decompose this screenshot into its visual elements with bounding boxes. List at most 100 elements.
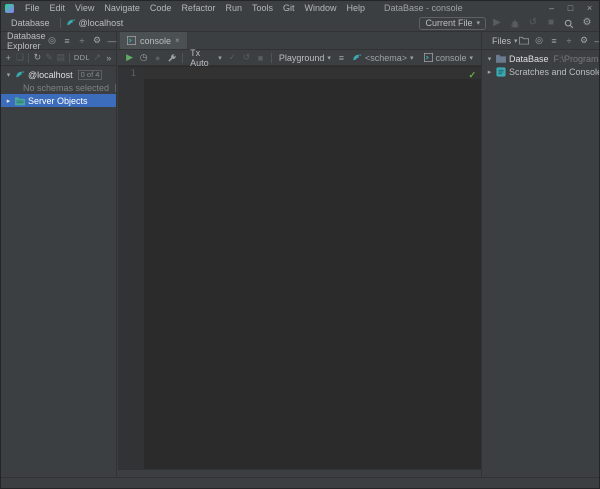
tx-mode-selector[interactable]: Tx Auto ▾ bbox=[188, 48, 224, 68]
options-gear-icon[interactable]: ⚙ bbox=[578, 35, 591, 46]
modify-icon[interactable]: ✎ bbox=[44, 52, 55, 63]
menu-git[interactable]: Git bbox=[278, 3, 300, 13]
scratches-label: Scratches and Consoles bbox=[509, 67, 599, 77]
rollback-icon[interactable]: ↺ bbox=[241, 52, 252, 63]
playground-mode-selector[interactable]: Playground ▾ bbox=[277, 53, 333, 63]
status-bar bbox=[1, 477, 599, 488]
minimize-button[interactable]: – bbox=[542, 3, 561, 13]
connection-breadcrumb[interactable]: @localhost bbox=[66, 18, 124, 28]
connection-label: @localhost bbox=[79, 18, 124, 28]
menu-view[interactable]: View bbox=[70, 3, 99, 13]
run-coverage-icon[interactable]: ↺ bbox=[526, 17, 540, 29]
menu-help[interactable]: Help bbox=[342, 3, 371, 13]
run-icon[interactable]: ▶ bbox=[490, 17, 504, 29]
chevron-down-icon[interactable]: ▾ bbox=[5, 71, 12, 79]
settings-gear-icon[interactable]: ⚙ bbox=[580, 17, 594, 29]
schema-selector-label: <schema> bbox=[365, 53, 407, 63]
collapse-all-icon[interactable]: ≡ bbox=[548, 36, 561, 46]
run-config-selector[interactable]: Current File ▾ bbox=[419, 17, 486, 30]
wrench-icon[interactable] bbox=[166, 52, 177, 63]
filter-icon[interactable]: ÷ bbox=[76, 36, 89, 46]
chevron-down-icon: ▾ bbox=[476, 19, 480, 27]
window-title: DataBase - console bbox=[384, 3, 463, 13]
options-gear-icon[interactable]: ⚙ bbox=[91, 35, 104, 46]
toolbar-separator bbox=[271, 53, 272, 63]
stop-icon[interactable]: ■ bbox=[544, 17, 558, 29]
more-actions-icon[interactable]: » bbox=[103, 53, 114, 63]
explorer-toolbar: + ❏ ↻ ✎ ▤ DDL ↗ » bbox=[1, 50, 116, 66]
menu-file[interactable]: File bbox=[20, 3, 45, 13]
files-panel-header: Files ▾ ◎ ≡ ÷ ⚙ — bbox=[482, 32, 599, 50]
menu-run[interactable]: Run bbox=[220, 3, 247, 13]
editor-body[interactable]: 1 ✓ bbox=[118, 67, 481, 469]
menu-window[interactable]: Window bbox=[300, 3, 342, 13]
chevron-down-icon: ▾ bbox=[327, 54, 331, 62]
scratches-icon bbox=[496, 67, 506, 77]
refresh-icon[interactable]: ↻ bbox=[32, 52, 43, 63]
tree-row-scratches[interactable]: ▸ Scratches and Consoles bbox=[482, 65, 599, 78]
table-data-icon[interactable]: ▤ bbox=[55, 52, 66, 63]
chevron-down-icon: ▾ bbox=[470, 54, 474, 62]
chevron-right-icon[interactable]: ▸ bbox=[5, 97, 12, 105]
commit-icon[interactable]: ✓ bbox=[227, 52, 238, 63]
playground-label: Playground bbox=[279, 53, 325, 63]
server-objects-icon bbox=[15, 96, 25, 106]
close-tab-icon[interactable]: × bbox=[175, 36, 180, 45]
stop-record-icon[interactable]: ● bbox=[152, 53, 163, 63]
mysql-dolphin-icon bbox=[15, 70, 25, 80]
server-objects-label: Server Objects bbox=[28, 96, 88, 106]
ddl-button[interactable]: DDL bbox=[73, 53, 91, 62]
filter-icon[interactable]: ÷ bbox=[563, 36, 576, 46]
tab-console[interactable]: console × bbox=[120, 32, 187, 49]
toolbar-separator bbox=[69, 53, 70, 63]
editor-tab-bar: console × bbox=[118, 32, 481, 50]
search-everywhere-icon[interactable] bbox=[562, 18, 576, 29]
connection-node-label: @localhost bbox=[28, 70, 73, 80]
menu-navigate[interactable]: Navigate bbox=[99, 3, 145, 13]
tree-row-project-root[interactable]: ▾ DataBase F:\Programming\DataGripProj bbox=[482, 52, 599, 65]
collapse-all-icon[interactable]: ≡ bbox=[61, 36, 74, 46]
files-header-icons: ◎ ≡ ÷ ⚙ — bbox=[518, 35, 600, 46]
locate-icon[interactable]: ◎ bbox=[46, 35, 59, 46]
editor-bottom-strip[interactable] bbox=[118, 469, 481, 477]
chevron-down-icon: ▾ bbox=[218, 54, 222, 62]
database-explorer-header: Database Explorer ◎ ≡ ÷ ⚙ — bbox=[1, 32, 116, 50]
menu-tools[interactable]: Tools bbox=[247, 3, 278, 13]
tree-row-connection[interactable]: ▾ @localhost 0 of 4 bbox=[1, 68, 116, 81]
execute-icon[interactable]: ▶ bbox=[124, 52, 135, 63]
locate-icon[interactable]: ◎ bbox=[533, 35, 546, 46]
editor-gutter: 1 bbox=[118, 67, 144, 469]
caret-line-highlight bbox=[144, 67, 481, 79]
hide-panel-icon[interactable]: — bbox=[593, 36, 600, 46]
console-selector[interactable]: console ▾ bbox=[422, 53, 476, 63]
schema-count-badge: 0 of 4 bbox=[78, 70, 103, 80]
new-item-icon[interactable]: + bbox=[3, 53, 14, 63]
files-view-selector[interactable]: Files ▾ bbox=[492, 36, 518, 46]
terminate-icon[interactable]: ■ bbox=[255, 53, 266, 63]
close-button[interactable]: × bbox=[580, 3, 599, 13]
title-bar: File Edit View Navigate Code Refactor Ru… bbox=[1, 1, 599, 15]
open-folder-icon[interactable] bbox=[518, 36, 531, 45]
console-file-icon bbox=[424, 53, 433, 62]
menu-code[interactable]: Code bbox=[145, 3, 177, 13]
inspections-ok-icon[interactable]: ✓ bbox=[468, 70, 476, 81]
files-tree: ▾ DataBase F:\Programming\DataGripProj ▸… bbox=[482, 50, 599, 78]
output-options-icon[interactable]: ≡ bbox=[336, 53, 347, 63]
jump-to-console-icon[interactable]: ↗ bbox=[92, 52, 103, 63]
duplicate-icon[interactable]: ❏ bbox=[15, 52, 26, 63]
maximize-button[interactable]: □ bbox=[561, 3, 580, 13]
history-icon[interactable]: ◷ bbox=[138, 52, 149, 63]
no-schemas-hint: No schemas selected bbox=[5, 83, 109, 93]
menu-refactor[interactable]: Refactor bbox=[176, 3, 220, 13]
chevron-down-icon[interactable]: ▾ bbox=[486, 55, 493, 63]
project-widget[interactable]: Database bbox=[6, 17, 55, 29]
menu-edit[interactable]: Edit bbox=[45, 3, 71, 13]
select-schemas-button[interactable]: ... bbox=[115, 84, 116, 92]
mysql-dolphin-icon bbox=[66, 18, 76, 28]
hide-panel-icon[interactable]: — bbox=[106, 36, 119, 46]
debug-icon[interactable] bbox=[508, 17, 522, 29]
tree-row-no-schemas: No schemas selected ... bbox=[1, 81, 116, 94]
schema-selector[interactable]: <schema> ▾ bbox=[350, 53, 416, 63]
tree-row-server-objects[interactable]: ▸ Server Objects bbox=[1, 94, 116, 107]
chevron-right-icon[interactable]: ▸ bbox=[486, 68, 493, 76]
